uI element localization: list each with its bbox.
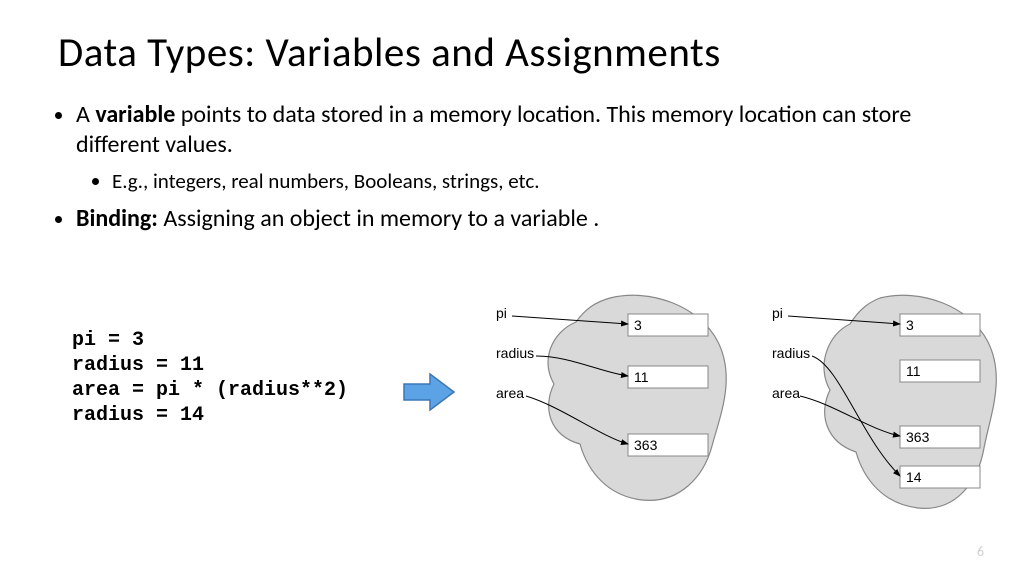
svg-text:14: 14 xyxy=(906,469,922,485)
svg-text:363: 363 xyxy=(634,437,658,453)
text: A xyxy=(76,100,95,129)
slide: Data Types: Variables and Assignments A … xyxy=(0,0,1024,576)
bullet-2: Binding: Assigning an object in memory t… xyxy=(76,204,966,234)
code-line: radius = 11 xyxy=(72,354,204,377)
sub-bullet-1: E.g., integers, real numbers, Booleans, … xyxy=(112,168,966,194)
bullet-1: A variable points to data stored in a me… xyxy=(76,100,966,194)
svg-text:pi: pi xyxy=(496,305,507,321)
svg-text:area: area xyxy=(496,385,524,401)
code-block: pi = 3 radius = 11 area = pi * (radius**… xyxy=(72,328,348,428)
code-line: pi = 3 xyxy=(72,329,144,352)
code-line: area = pi * (radius**2) xyxy=(72,379,348,402)
code-line: radius = 14 xyxy=(72,404,204,427)
text: Assigning an object in memory to a varia… xyxy=(158,204,599,233)
svg-text:area: area xyxy=(772,385,800,401)
arrow-icon xyxy=(400,370,460,414)
text: points to data stored in a memory locati… xyxy=(76,100,911,159)
text-bold: Binding: xyxy=(76,204,158,233)
svg-text:11: 11 xyxy=(634,369,649,385)
svg-text:radius: radius xyxy=(772,345,810,361)
memory-diagram-left: 3 11 363 pi radius area xyxy=(490,286,750,516)
svg-text:radius: radius xyxy=(496,345,534,361)
page-number: 6 xyxy=(977,543,984,560)
svg-text:11: 11 xyxy=(906,363,921,379)
page-title: Data Types: Variables and Assignments xyxy=(58,28,966,78)
text-bold: variable xyxy=(95,100,175,129)
svg-text:pi: pi xyxy=(772,305,783,321)
sub-list: E.g., integers, real numbers, Booleans, … xyxy=(76,168,966,194)
memory-diagram-right: 3 11 363 14 pi radius area xyxy=(770,286,1020,526)
svg-text:363: 363 xyxy=(906,429,930,445)
svg-text:3: 3 xyxy=(906,317,914,333)
bullet-list: A variable points to data stored in a me… xyxy=(58,100,966,234)
svg-text:3: 3 xyxy=(634,317,642,333)
